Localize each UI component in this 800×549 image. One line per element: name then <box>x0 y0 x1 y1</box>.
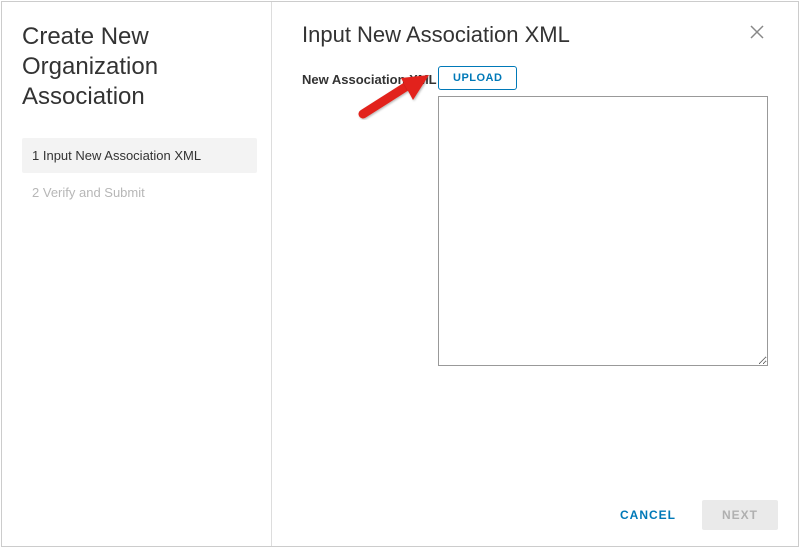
form-field: UPLOAD <box>438 66 768 366</box>
main-title: Input New Association XML <box>302 22 570 48</box>
upload-button[interactable]: UPLOAD <box>438 66 517 90</box>
xml-textarea[interactable] <box>438 96 768 366</box>
next-button[interactable]: NEXT <box>702 500 778 530</box>
close-icon[interactable] <box>746 22 768 44</box>
form-row: New Association XML UPLOAD <box>302 66 768 366</box>
step-num: 2 <box>32 185 39 200</box>
sidebar-title: Create New Organization Association <box>22 22 257 112</box>
step-label: Verify and Submit <box>43 185 145 200</box>
wizard-steps: 1 Input New Association XML 2 Verify and… <box>22 138 257 212</box>
main-body: New Association XML UPLOAD <box>272 56 798 485</box>
step-verify-submit: 2 Verify and Submit <box>22 175 257 210</box>
step-input-xml[interactable]: 1 Input New Association XML <box>22 138 257 173</box>
main-header: Input New Association XML <box>272 2 798 56</box>
cancel-button[interactable]: CANCEL <box>606 500 690 530</box>
wizard-sidebar: Create New Organization Association 1 In… <box>2 2 272 546</box>
wizard-footer: CANCEL NEXT <box>272 485 798 546</box>
wizard-main: Input New Association XML New Associatio… <box>272 2 798 546</box>
wizard-dialog: Create New Organization Association 1 In… <box>1 1 799 547</box>
xml-label: New Association XML <box>302 66 438 87</box>
step-num: 1 <box>32 148 39 163</box>
step-label: Input New Association XML <box>43 148 201 163</box>
